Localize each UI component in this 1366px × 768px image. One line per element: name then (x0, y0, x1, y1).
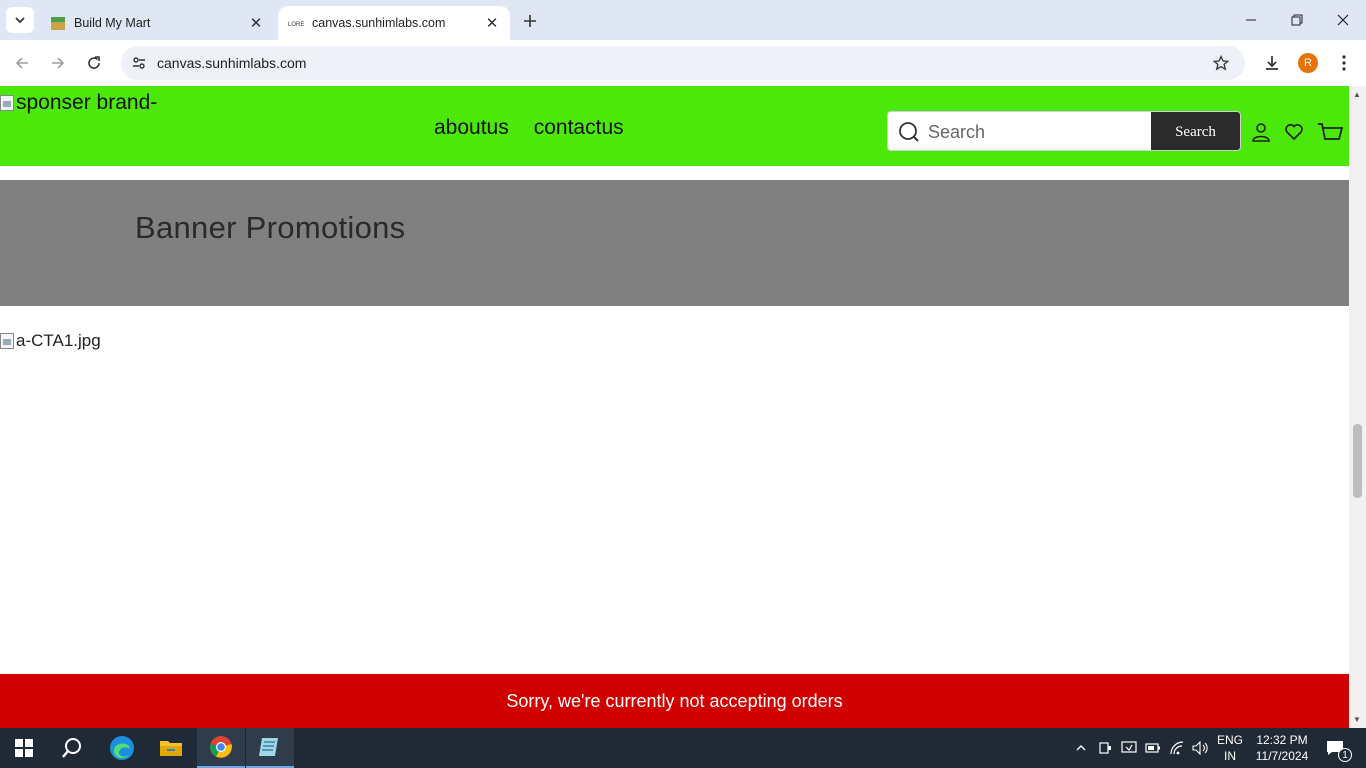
start-button[interactable] (0, 728, 48, 768)
close-icon (1337, 14, 1349, 26)
display-icon[interactable] (1119, 738, 1139, 758)
meet-now-icon[interactable] (1095, 738, 1115, 758)
search-icon (899, 122, 919, 142)
edge-browser-icon (110, 736, 134, 760)
order-notice-bar: Sorry, we're currently not accepting ord… (0, 674, 1349, 728)
page-scrollbar[interactable]: ▲ ▼ (1349, 86, 1366, 728)
account-button[interactable] (1248, 119, 1274, 145)
forward-button[interactable] (44, 49, 72, 77)
reload-icon (88, 56, 100, 69)
bookmark-star-icon[interactable] (1211, 53, 1231, 73)
brand-logo-alt-text: sponser brand- (16, 91, 158, 114)
tab-search-button[interactable] (6, 7, 34, 33)
nav-link-aboutus[interactable]: aboutus (434, 116, 509, 140)
battery-icon[interactable] (1143, 738, 1163, 758)
heart-icon (1285, 123, 1303, 141)
cart-icon (1318, 123, 1343, 140)
search-button[interactable]: Search (1151, 112, 1240, 150)
order-notice-text: Sorry, we're currently not accepting ord… (506, 690, 843, 711)
language-indicator[interactable]: ENG IN (1214, 732, 1246, 764)
taskbar-search-button[interactable] (48, 728, 96, 768)
cta-image[interactable]: a-CTA1.jpg (0, 331, 101, 351)
chevron-down-icon (15, 17, 25, 24)
search-input[interactable] (928, 118, 1148, 146)
broken-image-icon (0, 333, 14, 349)
restore-button[interactable] (1274, 6, 1320, 34)
broken-image-icon (0, 95, 14, 111)
url-text: canvas.sunhimlabs.com (157, 55, 307, 71)
site-header: sponser brand- aboutus contactus Search (0, 86, 1349, 166)
scroll-up-icon[interactable]: ▲ (1353, 90, 1361, 99)
reload-button[interactable] (80, 49, 108, 77)
close-icon[interactable]: ✕ (246, 13, 266, 33)
new-tab-button[interactable] (518, 9, 542, 33)
clock[interactable]: 12:32 PM 11/7/2024 (1252, 732, 1312, 764)
windows-taskbar: ENG IN 12:32 PM 11/7/2024 1 (0, 728, 1366, 768)
tab-title: canvas.sunhimlabs.com (312, 16, 446, 30)
close-icon[interactable]: ✕ (482, 13, 502, 33)
svg-text:LOREAL: LOREAL (288, 22, 304, 28)
search-box: Search (887, 111, 1241, 151)
arrow-right-icon (52, 57, 65, 69)
clock-date: 11/7/2024 (1255, 749, 1309, 763)
tab-title: Build My Mart (74, 16, 151, 30)
clock-time: 12:32 PM (1256, 733, 1308, 747)
minimize-icon (1246, 19, 1256, 21)
address-bar[interactable]: canvas.sunhimlabs.com (121, 46, 1245, 80)
cart-button[interactable] (1317, 119, 1343, 145)
taskbar-chrome[interactable] (197, 728, 245, 768)
tab-canvas[interactable]: LOREAL canvas.sunhimlabs.com ✕ (278, 6, 510, 40)
language-code: ENG (1216, 733, 1243, 747)
site-favicon-icon: LOREAL (288, 15, 304, 31)
user-icon (1252, 123, 1270, 142)
scroll-down-icon[interactable]: ▼ (1353, 715, 1361, 724)
plus-icon (524, 15, 536, 27)
close-window-button[interactable] (1320, 6, 1366, 34)
windows-logo-icon (15, 739, 33, 757)
volume-icon[interactable] (1191, 738, 1211, 758)
banner-promotions-section: Banner Promotions (0, 180, 1349, 306)
wifi-icon[interactable] (1167, 738, 1187, 758)
browser-toolbar: canvas.sunhimlabs.com R (0, 40, 1366, 86)
browser-menu-button[interactable] (1330, 49, 1358, 77)
more-vertical-icon (1342, 55, 1346, 71)
brand-logo[interactable]: sponser brand- (0, 91, 157, 115)
site-info-icon[interactable] (127, 51, 151, 75)
wishlist-button[interactable] (1281, 119, 1307, 145)
profile-button[interactable]: R (1294, 49, 1322, 77)
taskbar-app[interactable] (246, 728, 294, 768)
notepad-app-icon (259, 738, 278, 756)
taskbar-edge[interactable] (98, 728, 146, 768)
notification-center-button[interactable]: 1 (1322, 738, 1352, 762)
back-button[interactable] (8, 49, 36, 77)
notification-count-badge: 1 (1338, 748, 1352, 762)
store-favicon-icon (50, 15, 66, 31)
nav-link-contactus[interactable]: contactus (534, 116, 624, 140)
tab-build-my-mart[interactable]: Build My Mart ✕ (40, 6, 274, 40)
section-title: Banner Promotions (135, 210, 406, 245)
chevron-up-icon[interactable] (1071, 738, 1091, 758)
downloads-button[interactable] (1258, 49, 1286, 77)
search-icon (62, 738, 81, 758)
cta-image-alt-text: a-CTA1.jpg (16, 331, 101, 350)
minimize-button[interactable] (1228, 6, 1274, 34)
restore-icon (1291, 14, 1303, 26)
chrome-icon (210, 736, 232, 758)
download-icon (1266, 56, 1278, 70)
scrollbar-thumb[interactable] (1353, 424, 1362, 498)
folder-icon (160, 741, 182, 756)
avatar: R (1298, 53, 1318, 73)
arrow-left-icon (15, 57, 28, 69)
region-code: IN (1224, 749, 1236, 763)
page-viewport: sponser brand- aboutus contactus Search … (0, 86, 1349, 728)
taskbar-file-explorer[interactable] (147, 728, 195, 768)
main-nav: aboutus contactus (434, 116, 624, 140)
browser-tab-bar: Build My Mart ✕ LOREAL canvas.sunhimlabs… (0, 0, 1366, 40)
